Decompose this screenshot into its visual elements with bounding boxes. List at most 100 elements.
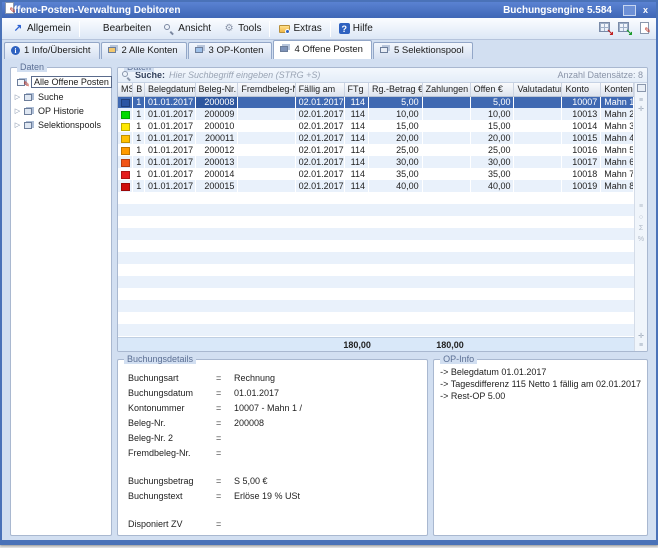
grid-empty-area — [118, 192, 634, 337]
table-row[interactable]: 1 01.01.2017 200014 02.01.2017 114 35,00… — [118, 168, 634, 180]
detail-field-value: Rechnung — [234, 373, 275, 383]
percent-icon[interactable]: % — [638, 235, 644, 244]
scroll-up-icon[interactable]: ✛ — [638, 105, 644, 114]
tab-label: 1 Info/Übersicht — [24, 45, 91, 56]
col-header-beleg-nr[interactable]: Beleg-Nr. — [195, 83, 238, 96]
col-header-belegdatum[interactable]: Belegdatum — [145, 83, 196, 96]
col-header-ftg[interactable]: FTg — [344, 83, 368, 96]
menu-tools[interactable]: ⚙ Tools — [217, 21, 267, 37]
tab-alle-konten[interactable]: 2 Alle Konten — [101, 42, 187, 59]
op-info-line: -> Belegdatum 01.01.2017 — [440, 366, 641, 378]
sidebar-item-op-historie[interactable]: ▷ OP Historie — [13, 104, 109, 118]
col-header-ms[interactable]: MS — [118, 83, 133, 96]
search-small-icon[interactable]: ○ — [639, 213, 643, 222]
col-header-offen[interactable]: Offen € — [470, 83, 514, 96]
list-icon[interactable]: ≡ — [639, 202, 643, 211]
mahnstufe-color-square — [121, 99, 130, 107]
tab-selektionspool[interactable]: 5 Selektionspool — [373, 42, 473, 59]
sum-icon[interactable]: Σ — [639, 224, 643, 233]
col-header-konten[interactable]: Konten — [601, 83, 634, 96]
table-row[interactable]: 1 01.01.2017 200010 02.01.2017 114 15,00… — [118, 120, 634, 132]
ms-cell — [118, 156, 133, 168]
menu-allgemein[interactable]: ↗ Allgemein — [6, 21, 77, 37]
grid-scrollbar[interactable]: ≡ ✛ ≡ ○ Σ % ✛ ≡ — [634, 83, 647, 351]
restore-window-button[interactable] — [623, 5, 636, 16]
col-header-valutadatum[interactable]: Valutadatum — [514, 83, 562, 96]
separator — [269, 21, 270, 37]
grid-search-row[interactable]: Suche: Hier Suchbegriff eingeben (STRG +… — [118, 68, 647, 83]
app-window: Offene-Posten-Verwaltung Debitoren Buchu… — [0, 0, 658, 545]
grid-export-red-icon[interactable]: ↘ — [598, 21, 614, 36]
ms-cell — [118, 144, 133, 156]
op-info-line: -> Tagesdifferenz 115 Netto 1 fällig am … — [440, 378, 641, 390]
detail-field: Buchungsdatum = 01.01.2017 — [128, 385, 419, 400]
ms-cell — [118, 120, 133, 132]
separator — [79, 21, 80, 37]
sidebar-group-label: Daten — [17, 62, 47, 72]
tab-info-uebersicht[interactable]: i 1 Info/Übersicht — [4, 42, 100, 59]
table-row[interactable]: 1 01.01.2017 200011 02.01.2017 114 20,00… — [118, 132, 634, 144]
sidebar-item-suche[interactable]: ▷ Suche — [13, 90, 109, 104]
menu-extras[interactable]: Extras — [272, 21, 327, 37]
col-header-b[interactable]: B — [133, 83, 145, 96]
table-row[interactable]: 1 01.01.2017 200015 02.01.2017 114 40,00… — [118, 180, 634, 192]
scroll-down-icon[interactable]: ✛ — [638, 332, 644, 341]
mahnstufe-color-square — [121, 111, 130, 119]
sidebar-item-alle-offene-posten[interactable]: Alle Offene Posten — [13, 74, 109, 90]
document-edit-icon[interactable] — [636, 21, 652, 36]
op-table: MS B Belegdatum Beleg-Nr. Fremdbeleg-Nr.… — [118, 83, 634, 192]
table-row[interactable]: 1 01.01.2017 200008 02.01.2017 114 5,00 … — [118, 96, 634, 108]
tab-offene-posten[interactable]: 4 Offene Posten — [273, 40, 372, 59]
op-info-line: -> Rest-OP 5.00 — [440, 390, 641, 402]
magnifier-icon — [163, 23, 175, 35]
edit-document-icon — [88, 23, 100, 35]
column-chooser-icon[interactable] — [637, 84, 646, 92]
menu-hilfe[interactable]: ? Hilfe — [333, 21, 379, 36]
info-icon: i — [11, 46, 20, 55]
table-row[interactable]: 1 01.01.2017 200012 02.01.2017 114 25,00… — [118, 144, 634, 156]
tab-op-konten[interactable]: 3 OP-Konten — [188, 42, 273, 59]
sidebar-item-selektionspools[interactable]: ▷ Selektionspools — [13, 118, 109, 132]
cards-icon — [24, 121, 35, 130]
expander-icon[interactable]: ▷ — [14, 121, 21, 129]
tab-bar: i 1 Info/Übersicht 2 Alle Konten 3 OP-Ko… — [2, 40, 656, 59]
close-window-button[interactable]: x — [639, 5, 652, 16]
sidebar-item-label: Alle Offene Posten — [31, 76, 112, 88]
mahnstufe-color-square — [121, 171, 130, 179]
table-row[interactable]: 1 01.01.2017 200009 02.01.2017 114 10,00… — [118, 108, 634, 120]
ms-cell — [118, 96, 133, 108]
tab-label: 4 Offene Posten — [294, 44, 363, 55]
notebook-icon — [280, 45, 290, 54]
ms-cell — [118, 168, 133, 180]
detail-field: Fremdbeleg-Nr. = — [128, 445, 419, 460]
cards-amber-icon — [108, 46, 118, 55]
detail-field-label: Buchungsbetrag — [128, 476, 216, 486]
col-header-konto[interactable]: Konto — [562, 83, 601, 96]
col-header-fremdbeleg-nr[interactable]: Fremdbeleg-Nr. — [238, 83, 295, 96]
expander-icon[interactable]: ▷ — [14, 107, 21, 115]
menu-label: Tools — [238, 23, 261, 34]
col-header-faellig-am[interactable]: Fällig am — [295, 83, 344, 96]
search-input[interactable]: Hier Suchbegriff eingeben (STRG +S) — [169, 70, 553, 80]
detail-field-value: 10007 - Mahn 1 / — [234, 403, 302, 413]
scroll-bottom-icon[interactable]: ≡ — [639, 341, 643, 350]
sidebar-item-label: OP Historie — [38, 106, 84, 116]
detail-field-label: Buchungstext — [128, 491, 216, 501]
detail-field-label: Kontonummer — [128, 403, 216, 413]
col-header-rg-betrag[interactable]: Rg.-Betrag € — [369, 83, 423, 96]
table-row[interactable]: 1 01.01.2017 200013 02.01.2017 114 30,00… — [118, 156, 634, 168]
menu-ansicht[interactable]: Ansicht — [157, 21, 217, 37]
mahnstufe-color-square — [121, 159, 130, 167]
detail-field-equals: = — [216, 491, 234, 501]
menu-label: Bearbeiten — [103, 23, 151, 34]
gear-icon: ⚙ — [223, 23, 235, 35]
detail-field: Buchungsbetrag = S 5,00 € — [128, 473, 419, 488]
menu-bearbeiten[interactable]: Bearbeiten — [82, 21, 157, 37]
expander-icon[interactable]: ▷ — [14, 93, 21, 101]
scroll-top-icon[interactable]: ≡ — [639, 96, 643, 105]
col-header-zahlungen[interactable]: Zahlungen € — [422, 83, 470, 96]
grid-export-green-icon[interactable]: ↘ — [617, 21, 633, 36]
tab-label: 2 Alle Konten — [122, 45, 178, 56]
detail-field-equals: = — [216, 448, 234, 458]
detail-field-equals: = — [216, 418, 234, 428]
